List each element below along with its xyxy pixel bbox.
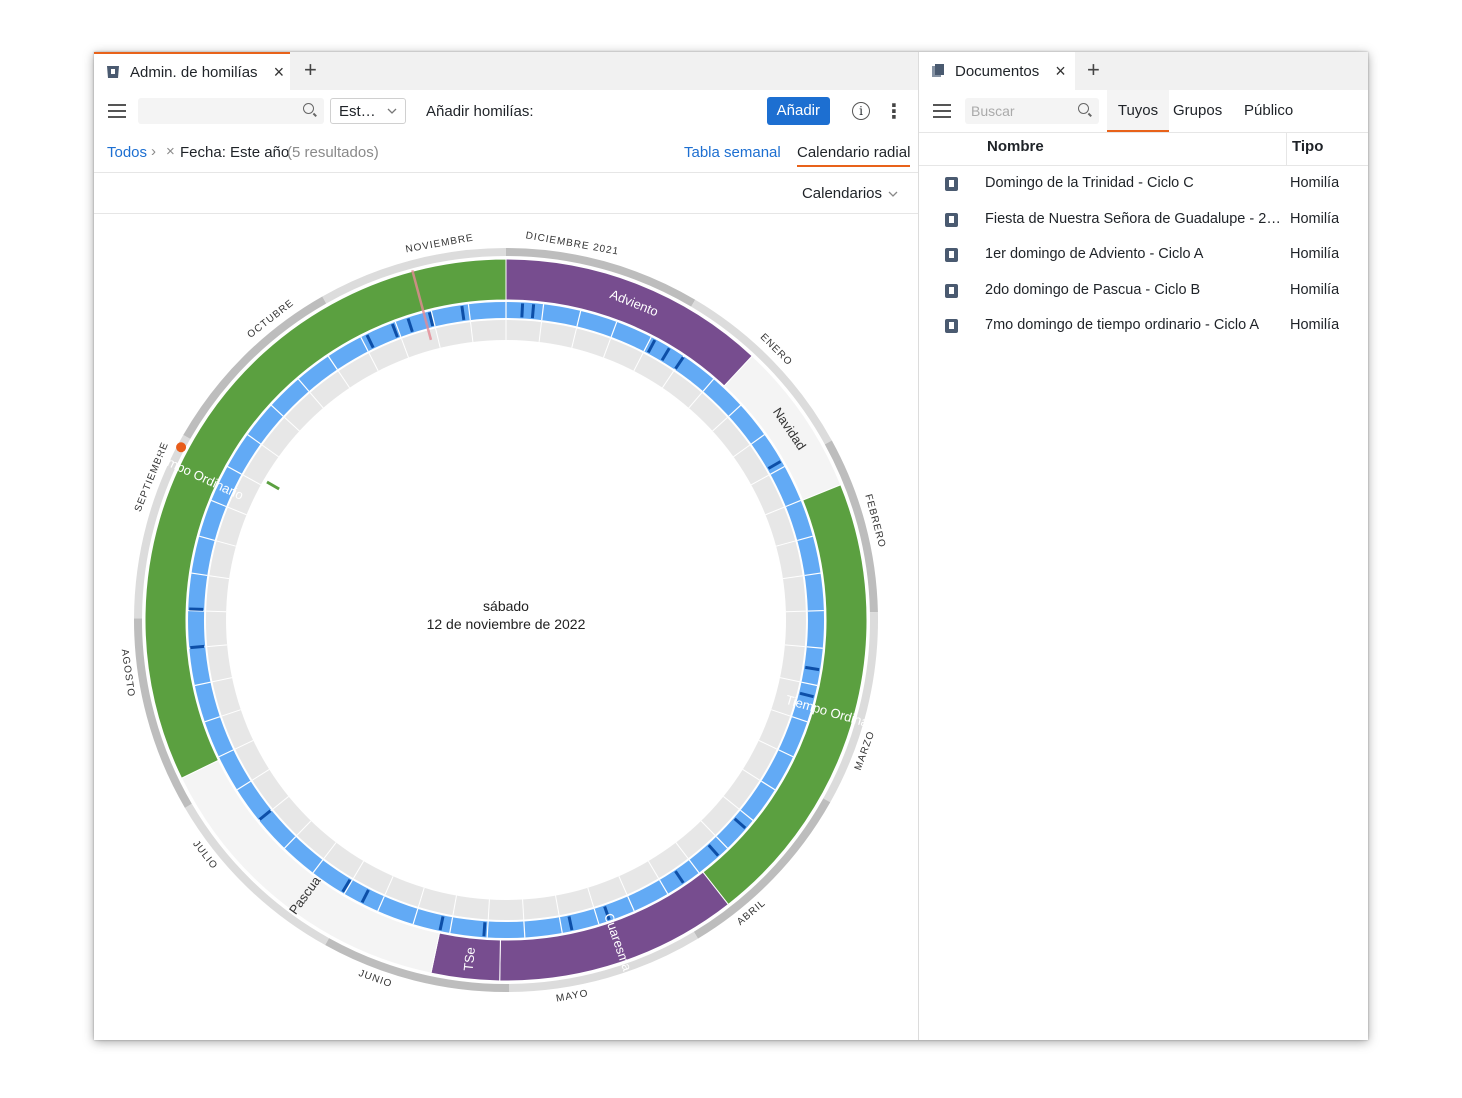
document-type: Homilía: [1290, 281, 1340, 298]
center-day-label: sábado: [483, 598, 529, 614]
month-label: ENERO: [758, 332, 794, 368]
season-label: TSe: [461, 946, 478, 971]
left-tab-bar: Admin. de homilías × +: [94, 52, 918, 90]
center-date-label: 12 de noviembre de 2022: [427, 616, 586, 632]
table-row[interactable]: Domingo de la Trinidad - Ciclo C Homilía: [919, 166, 1368, 202]
column-name-header[interactable]: Nombre: [987, 133, 1044, 161]
close-icon[interactable]: ×: [274, 62, 285, 83]
search-icon: [1078, 103, 1089, 114]
chevron-right-icon: ›: [151, 143, 156, 160]
current-date-dot: [176, 442, 187, 453]
document-name: 1er domingo de Adviento - Ciclo A: [985, 246, 1204, 263]
documents-icon: [932, 64, 944, 77]
document-type: Homilía: [1290, 175, 1340, 191]
documents-table: Nombre Tipo Domingo de la Trinidad - Cic…: [919, 132, 1368, 344]
chevron-down-icon: [888, 191, 898, 197]
more-icon[interactable]: ⋮: [884, 99, 904, 124]
state-select[interactable]: Est…: [330, 98, 406, 124]
homily-marker: [482, 922, 487, 937]
tab-title: Admin. de homilías: [130, 63, 258, 81]
info-icon[interactable]: i: [852, 102, 870, 120]
results-count: (5 resultados): [287, 144, 379, 161]
homily-icon: [945, 283, 958, 298]
table-row[interactable]: 7mo domingo de tiempo ordinario - Ciclo …: [919, 308, 1368, 344]
app-window: Admin. de homilías × + Est… Añadir homil…: [94, 52, 1368, 1040]
document-type: Homilía: [1290, 246, 1340, 263]
tab-weekly-table[interactable]: Tabla semanal: [684, 144, 781, 161]
documents-search-input[interactable]: Buscar: [965, 98, 1099, 124]
search-input[interactable]: [138, 98, 324, 124]
select-value: Est…: [339, 102, 376, 120]
homilies-toolbar: Est… Añadir homilías: Añadir i ⋮: [94, 90, 918, 132]
add-button[interactable]: Añadir: [766, 97, 830, 125]
document-name: Domingo de la Trinidad - Ciclo C: [985, 175, 1194, 191]
tab-public[interactable]: Público: [1244, 90, 1293, 132]
month-label: MAYO: [555, 988, 589, 1005]
homily-icon: [945, 212, 958, 227]
table-row[interactable]: 2do domingo de Pascua - Ciclo B Homilía: [919, 273, 1368, 309]
tab-documents[interactable]: Documentos ×: [919, 52, 1075, 90]
column-type-header[interactable]: Tipo: [1292, 133, 1323, 161]
homily-icon: [945, 319, 958, 334]
document-name: 2do domingo de Pascua - Ciclo B: [985, 281, 1201, 298]
table-row[interactable]: Fiesta de Nuestra Señora de Guadalupe - …: [919, 202, 1368, 238]
search-placeholder: Buscar: [971, 103, 1015, 119]
day-divider: [206, 610, 227, 613]
tab-homilies-admin[interactable]: Admin. de homilías ×: [94, 52, 290, 90]
homilies-pane: Admin. de homilías × + Est… Añadir homil…: [94, 52, 919, 1040]
table-row[interactable]: 1er domingo de Adviento - Ciclo A Homilía: [919, 237, 1368, 273]
homily-icon: [107, 66, 119, 78]
radial-calendar: DICIEMBRE 2021 ENERO FEBRERO MARZO ABRIL MAYO…: [94, 214, 918, 1040]
document-type: Homilía: [1290, 210, 1340, 227]
search-icon: [303, 103, 314, 114]
homily-icon: [945, 177, 958, 191]
tab-mine[interactable]: Tuyos: [1107, 90, 1169, 132]
feast-marker: [266, 480, 280, 491]
right-tab-bar: Documentos × +: [919, 52, 1368, 90]
document-name: Fiesta de Nuestra Señora de Guadalupe - …: [985, 210, 1283, 227]
new-tab-icon[interactable]: +: [304, 57, 317, 83]
document-type: Homilía: [1290, 317, 1340, 334]
menu-icon[interactable]: [933, 104, 951, 118]
homily-icon: [945, 248, 958, 263]
new-tab-icon[interactable]: +: [1087, 57, 1100, 83]
chevron-down-icon: [387, 108, 397, 114]
tab-title: Documentos: [955, 62, 1040, 80]
add-homilies-label: Añadir homilías:: [426, 102, 534, 120]
homily-marker: [520, 303, 525, 318]
homily-marker: [190, 644, 205, 650]
breadcrumb-all[interactable]: Todos: [107, 144, 147, 161]
tab-groups[interactable]: Grupos: [1173, 90, 1222, 132]
filter-bar: Todos › × Fecha: Este año (5 resultados)…: [94, 132, 918, 173]
close-icon[interactable]: ×: [1055, 61, 1066, 82]
document-name: 7mo domingo de tiempo ordinario - Ciclo …: [985, 317, 1260, 334]
tab-radial-calendar[interactable]: Calendario radial: [797, 144, 911, 167]
date-filter[interactable]: Fecha: Este año: [180, 144, 289, 161]
documents-pane: Documentos × + Buscar Tuyos Grupos Públi…: [919, 52, 1368, 1040]
homily-marker: [460, 305, 466, 321]
remove-filter-icon[interactable]: ×: [166, 143, 175, 160]
calendars-label: Calendarios: [801, 185, 882, 202]
day-divider: [785, 610, 806, 613]
table-header: Nombre Tipo: [919, 132, 1368, 166]
month-label: AGOSTO: [119, 648, 137, 698]
menu-icon[interactable]: [108, 104, 126, 118]
homily-marker: [530, 304, 536, 319]
radial-calendar-svg: DICIEMBRE 2021ENEROFEBREROMARZOABRILMAYO…: [119, 230, 888, 1005]
calendar-options-bar: Calendarios: [94, 173, 918, 214]
calendars-dropdown[interactable]: Calendarios: [802, 185, 898, 202]
